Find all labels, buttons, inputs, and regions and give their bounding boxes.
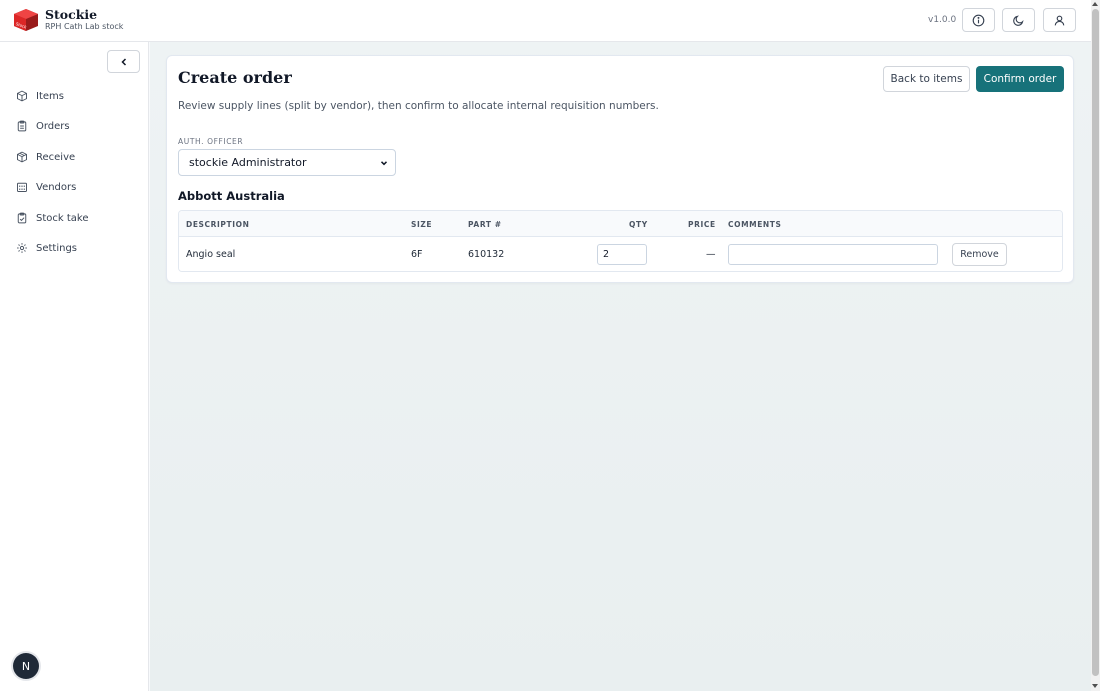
sidebar-item-settings[interactable]: Settings [16, 239, 77, 257]
avatar[interactable]: N [13, 653, 39, 679]
main-content: Create order Review supply lines (split … [150, 42, 1091, 691]
page-title: Create order [178, 68, 292, 87]
info-icon [972, 14, 985, 26]
user-menu-button[interactable] [1043, 8, 1076, 32]
auth-officer-select[interactable]: stockie Administrator [178, 149, 396, 176]
row-size: 6F [411, 249, 423, 260]
create-order-card: Create order Review supply lines (split … [166, 55, 1074, 283]
vendor-heading: Abbott Australia [178, 189, 285, 203]
theme-toggle-button[interactable] [1002, 8, 1035, 32]
info-button[interactable] [962, 8, 995, 32]
sidebar-item-label: Stock take [36, 212, 89, 224]
stockie-logo: Stock [14, 9, 38, 31]
clipboard-check-icon [17, 212, 27, 224]
row-price: — [706, 249, 716, 260]
table-row: Angio seal 6F 610132 2 — Remove [179, 237, 1062, 271]
top-bar: Stock Stockie RPH Cath Lab stock v1.0.0 [0, 0, 1091, 42]
column-header-qty: QTY [629, 220, 648, 229]
scrollbar-thumb[interactable] [1092, 9, 1099, 676]
sidebar-item-orders[interactable]: Orders [16, 117, 70, 135]
quantity-input[interactable]: 2 [597, 244, 647, 265]
column-header-description: DESCRIPTION [186, 220, 250, 229]
sidebar-item-label: Orders [36, 120, 70, 132]
version-label: v1.0.0 [928, 15, 957, 25]
page-subtitle: Review supply lines (split by vendor), t… [178, 100, 659, 112]
remove-line-button[interactable]: Remove [952, 243, 1007, 266]
app-name: Stockie [45, 7, 98, 22]
column-header-price: PRICE [688, 220, 716, 229]
comments-input[interactable] [728, 244, 938, 265]
gear-icon [17, 243, 27, 253]
box-icon [17, 90, 27, 102]
sidebar-item-label: Items [36, 90, 64, 102]
page-scrollbar[interactable] [1091, 0, 1100, 691]
user-icon [1054, 15, 1065, 25]
back-to-items-button[interactable]: Back to items [883, 66, 970, 92]
sidebar-item-label: Receive [36, 151, 76, 163]
auth-officer-value: stockie Administrator [189, 156, 307, 169]
sidebar-item-items[interactable]: Items [16, 87, 64, 105]
scroll-down-arrow-icon[interactable] [1092, 684, 1098, 688]
chevron-down-icon [380, 161, 388, 166]
clipboard-icon [17, 120, 27, 132]
sidebar-item-stock-take[interactable]: Stock take [16, 209, 89, 227]
row-description: Angio seal [186, 249, 236, 260]
auth-officer-label: AUTH. OFFICER [178, 137, 244, 146]
app-subtitle: RPH Cath Lab stock [45, 22, 124, 31]
sidebar-item-label: Settings [36, 242, 78, 254]
package-icon [17, 151, 27, 163]
column-header-comments: COMMENTS [728, 220, 782, 229]
sidebar-item-label: Vendors [36, 181, 77, 193]
column-header-part: PART # [468, 220, 502, 229]
confirm-order-button[interactable]: Confirm order [976, 66, 1064, 92]
sidebar-item-vendors[interactable]: Vendors [16, 178, 76, 196]
collapse-sidebar-button[interactable] [107, 50, 140, 73]
row-part-number: 610132 [468, 249, 505, 260]
column-header-size: SIZE [411, 220, 433, 229]
sidebar: Items Orders Receive Vendors Stock take … [0, 42, 149, 691]
sidebar-item-receive[interactable]: Receive [16, 148, 75, 166]
table-header: DESCRIPTION SIZE PART # QTY PRICE COMMEN… [179, 211, 1062, 237]
building-icon [17, 182, 27, 192]
moon-icon [1013, 14, 1024, 26]
order-lines-table: DESCRIPTION SIZE PART # QTY PRICE COMMEN… [178, 210, 1063, 272]
scroll-up-arrow-icon[interactable] [1092, 2, 1098, 6]
chevron-left-icon [120, 57, 126, 66]
